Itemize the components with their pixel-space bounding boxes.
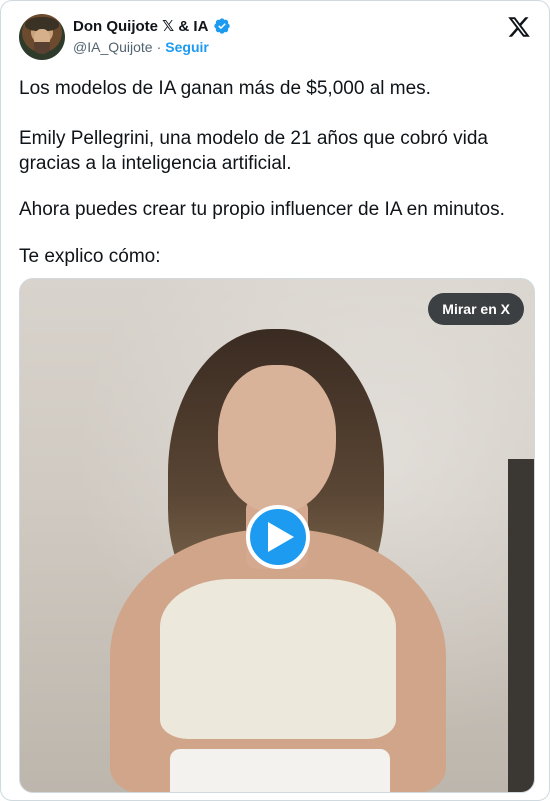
embedded-post-card: Don Quijote 𝕏 & IA @IA_Quijote · Seguir …: [0, 0, 550, 801]
follow-button[interactable]: Seguir: [165, 39, 209, 55]
author-display-name[interactable]: Don Quijote 𝕏 & IA: [73, 17, 208, 35]
post-text-paragraph-1: Los modelos de IA ganan más de $5,000 al…: [19, 78, 431, 99]
video-thumbnail[interactable]: Mirar en X: [19, 278, 535, 793]
author-handle-row: @IA_Quijote · Seguir: [73, 39, 209, 55]
verified-badge-icon: [214, 18, 231, 34]
author-handle[interactable]: @IA_Quijote: [73, 39, 153, 55]
play-button[interactable]: [246, 505, 310, 569]
post-text-paragraph-3: Ahora puedes crear tu propio influencer …: [19, 199, 505, 220]
play-icon: [267, 522, 294, 552]
author-name-row: Don Quijote 𝕏 & IA: [73, 17, 231, 35]
post-text-paragraph-4: Te explico cómo:: [19, 246, 161, 267]
x-logo-icon[interactable]: [507, 15, 531, 39]
handle-separator: ·: [156, 39, 162, 55]
person-face: [218, 365, 336, 513]
post-text-paragraph-2: Emily Pellegrini, una modelo de 21 años …: [19, 128, 488, 174]
background-door: [508, 459, 534, 792]
author-avatar[interactable]: [19, 14, 65, 60]
watch-on-x-button[interactable]: Mirar en X: [428, 293, 524, 325]
person-top: [160, 579, 396, 739]
